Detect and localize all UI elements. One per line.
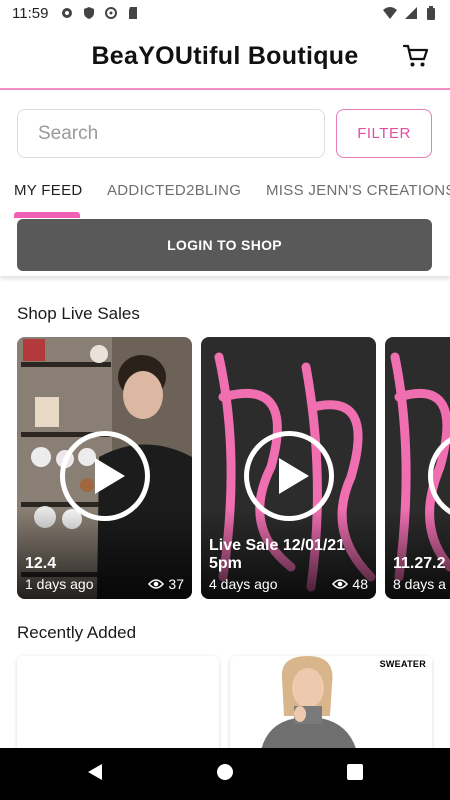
tab-my-feed[interactable]: MY FEED <box>14 182 83 199</box>
eye-icon <box>148 579 165 589</box>
live-sale-age: 1 days ago <box>25 576 94 592</box>
play-icon[interactable] <box>243 431 334 521</box>
filter-button[interactable]: FILTER <box>336 109 432 158</box>
search-input[interactable] <box>18 110 324 157</box>
live-sale-age: 4 days ago <box>209 576 278 592</box>
login-bar: LOGIN TO SHOP <box>0 218 450 276</box>
view-count-value: 37 <box>168 576 184 592</box>
shield-icon <box>82 6 96 20</box>
wifi-icon <box>382 6 397 20</box>
live-sale-title: 12.4 <box>25 555 57 572</box>
sync-icon <box>104 6 118 20</box>
app-header: BeaYOUtiful Boutique <box>0 28 450 90</box>
live-sale-card[interactable]: 12.4 1 days ago 37 <box>17 337 192 599</box>
battery-icon <box>426 6 440 20</box>
recents-icon[interactable] <box>346 762 364 787</box>
view-count: 48 <box>332 576 368 592</box>
product-label: SWEATER <box>379 659 426 669</box>
page-title: BeaYOUtiful Boutique <box>91 42 359 70</box>
product-card[interactable] <box>17 656 219 756</box>
gear-icon <box>60 6 74 20</box>
home-icon[interactable] <box>216 762 234 787</box>
play-icon[interactable] <box>59 431 150 521</box>
cell-signal-icon <box>404 6 418 20</box>
view-count: 37 <box>148 576 184 592</box>
product-image <box>230 656 432 756</box>
tab-miss-jenns-creations[interactable]: MISS JENN'S CREATIONS <box>266 182 450 199</box>
live-sale-card[interactable]: Live Sale 12/01/21 5pm 4 days ago 48 <box>201 337 376 599</box>
live-sale-age: 8 days a <box>393 576 446 592</box>
back-icon[interactable] <box>86 762 104 787</box>
view-count-value: 48 <box>352 576 368 592</box>
live-sale-title: Live Sale 12/01/21 5pm <box>209 537 346 572</box>
status-bar: 11:59 <box>0 0 450 28</box>
tab-addicted2bling[interactable]: ADDICTED2BLING <box>107 182 241 199</box>
cart-button[interactable] <box>402 42 430 70</box>
search-field[interactable] <box>17 109 325 158</box>
recently-added-heading: Recently Added <box>17 623 137 642</box>
live-sale-card[interactable]: 11.27.2 8 days a <box>385 337 450 599</box>
feed-tabs: MY FEED ADDICTED2BLING MISS JENN'S CREAT… <box>0 172 450 218</box>
product-card[interactable]: SWEATER <box>230 656 432 756</box>
navigation-bar <box>0 748 450 800</box>
sd-card-icon <box>126 6 140 20</box>
cart-icon <box>402 44 429 67</box>
live-sale-title: 11.27.2 <box>393 555 446 572</box>
live-sales-heading: Shop Live Sales <box>17 304 140 323</box>
login-to-shop-button[interactable]: LOGIN TO SHOP <box>17 219 432 271</box>
status-time: 11:59 <box>12 5 49 22</box>
eye-icon <box>332 579 349 589</box>
